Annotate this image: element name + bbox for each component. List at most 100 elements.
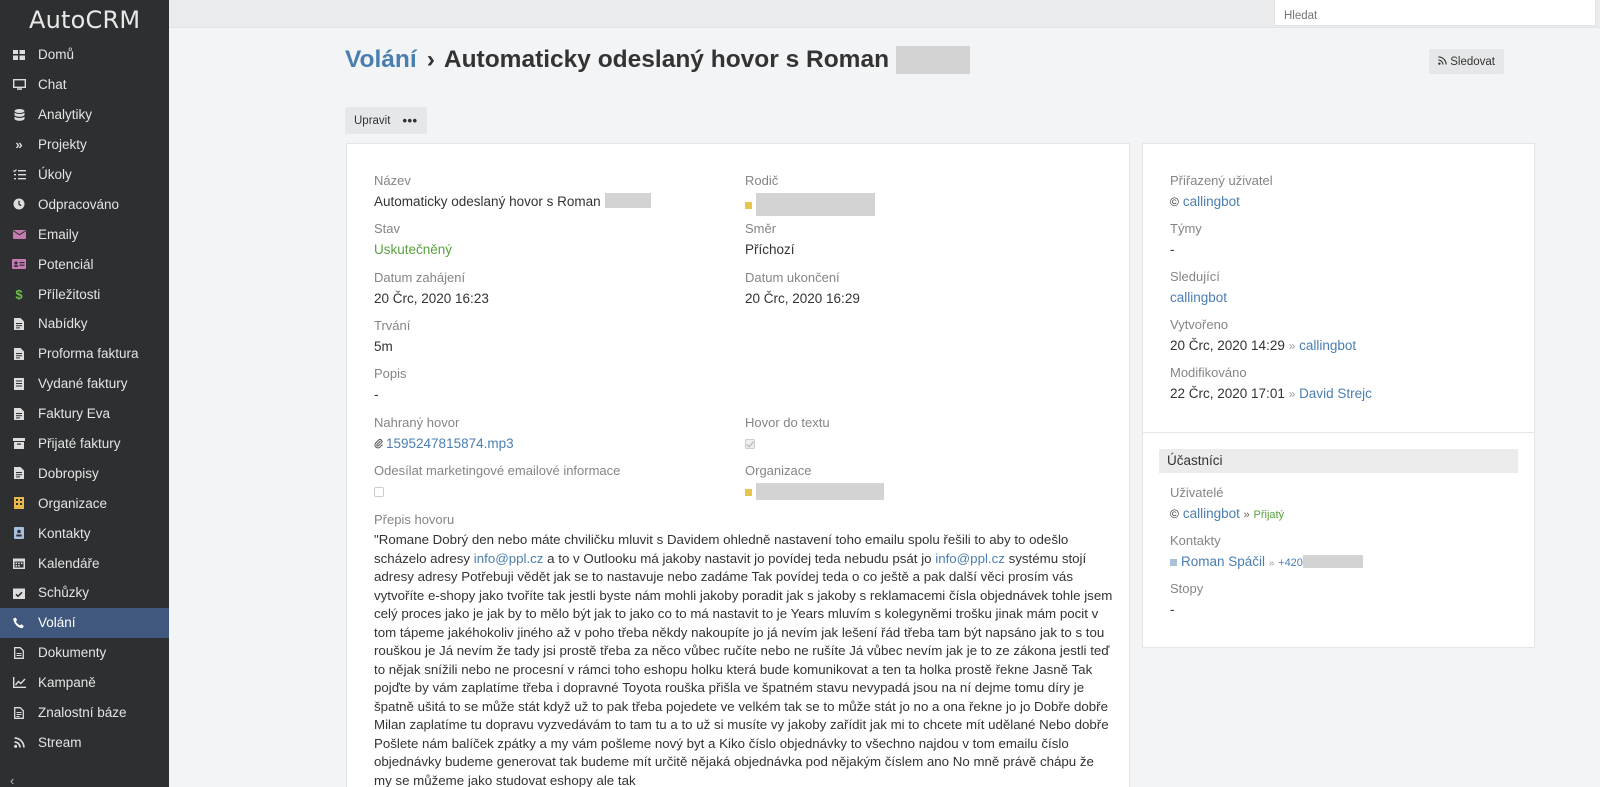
email-link[interactable]: info@ppl.cz bbox=[935, 551, 1005, 566]
sidebar-item-schuzky[interactable]: Schůzky bbox=[0, 578, 169, 608]
sidebar-item-volani[interactable]: Volání bbox=[0, 607, 169, 638]
sidebar-item-dokumenty[interactable]: Dokumenty bbox=[0, 638, 169, 668]
participant-user-link[interactable]: callingbot bbox=[1183, 506, 1240, 521]
sidebar-item-label: Volání bbox=[38, 615, 76, 631]
section-divider bbox=[1143, 432, 1534, 433]
follower-link[interactable]: callingbot bbox=[1170, 290, 1227, 305]
sidebar-item-organizace[interactable]: Organizace bbox=[0, 488, 169, 518]
redacted-organization-link[interactable] bbox=[756, 483, 884, 500]
field-transcript: Přepis hovoru "Romane Dobrý den nebo mát… bbox=[374, 511, 1114, 787]
sidebar-item-emaily[interactable]: Emaily bbox=[0, 219, 169, 249]
contact-icon bbox=[1170, 558, 1177, 566]
field-followers: Sledující callingbot bbox=[1170, 268, 1227, 306]
redacted-surname bbox=[896, 46, 971, 74]
sidebar-item-znalostni-baze[interactable]: Znalostní báze bbox=[0, 698, 169, 728]
sidebar-item-dobropisy[interactable]: Dobropisy bbox=[0, 458, 169, 488]
sidebar-item-label: Nabídky bbox=[38, 316, 88, 332]
sidebar-item-label: Proforma faktura bbox=[38, 346, 139, 362]
field-label: Týmy bbox=[1170, 221, 1202, 236]
archive-icon bbox=[10, 438, 28, 450]
document-icon bbox=[10, 317, 28, 330]
field-label: Vytvořeno bbox=[1170, 317, 1229, 332]
sidebar-item-ukoly[interactable]: Úkoly bbox=[0, 160, 169, 190]
sidebar-item-stream[interactable]: Stream bbox=[0, 727, 169, 757]
created-by-link[interactable]: callingbot bbox=[1299, 338, 1356, 353]
contact-link[interactable]: Roman Spáčil bbox=[1181, 554, 1265, 569]
document-icon bbox=[10, 467, 28, 480]
sidebar-item-label: Kontakty bbox=[38, 525, 91, 541]
field-duration: Trvání 5m bbox=[374, 317, 410, 355]
sidebar-item-label: Kampaně bbox=[38, 675, 96, 691]
search-input[interactable] bbox=[1274, 0, 1596, 26]
page-header: Volání › Automaticky odeslaný hovor s Ro… bbox=[345, 46, 1504, 80]
sidebar-item-kampane[interactable]: Kampaně bbox=[0, 668, 169, 698]
field-label: Stav bbox=[374, 221, 401, 236]
recording-file-link[interactable]: 1595247815874.mp3 bbox=[386, 436, 514, 451]
book-icon bbox=[10, 706, 28, 719]
field-modified: Modifikováno 22 Črc, 2020 17:01 » David … bbox=[1170, 364, 1372, 403]
sidebar-item-label: Vydané faktury bbox=[38, 376, 128, 392]
field-label: Sledující bbox=[1170, 269, 1220, 284]
field-marketing-emails: Odesílat marketingové emailové informace bbox=[374, 462, 620, 500]
field-label: Datum ukončení bbox=[745, 270, 840, 285]
sidebar-item-domu[interactable]: Domů bbox=[0, 40, 169, 70]
field-label: Kontakty bbox=[1170, 533, 1221, 548]
field-value: Automaticky odeslaný hovor s Roman bbox=[374, 193, 651, 210]
sidebar-item-nabidky[interactable]: Nabídky bbox=[0, 309, 169, 339]
action-bar: Upravit ••• bbox=[345, 107, 427, 134]
assigned-user-link[interactable]: callingbot bbox=[1183, 194, 1240, 209]
sidebar-item-proforma-faktura[interactable]: Proforma faktura bbox=[0, 339, 169, 369]
transcript-text: "Romane Dobrý den nebo máte chviličku ml… bbox=[374, 531, 1114, 787]
field-created: Vytvořeno 20 Črc, 2020 14:29 » callingbo… bbox=[1170, 316, 1356, 355]
follow-button[interactable]: Sledovat bbox=[1429, 49, 1504, 74]
sidebar-item-label: Potenciál bbox=[38, 256, 94, 272]
edit-button[interactable]: Upravit bbox=[345, 107, 399, 134]
field-label: Přepis hovoru bbox=[374, 512, 455, 527]
sidebar-item-chat[interactable]: Chat bbox=[0, 70, 169, 100]
field-organization: Organizace bbox=[745, 462, 884, 500]
sidebar-item-projekty[interactable]: » Projekty bbox=[0, 130, 169, 160]
field-value: Roman Spáčil » +420 bbox=[1170, 553, 1363, 572]
contact-phone-link[interactable]: +420 bbox=[1278, 557, 1303, 569]
sidebar-item-prilezitosti[interactable]: $ Příležitosti bbox=[0, 279, 169, 309]
modified-by-link[interactable]: David Strejc bbox=[1299, 386, 1372, 401]
field-value: © callingbot » Přijatý bbox=[1170, 505, 1284, 524]
invoice-icon bbox=[10, 377, 28, 390]
sidebar-item-faktury-eva[interactable]: Faktury Eva bbox=[0, 399, 169, 429]
field-label: Rodič bbox=[745, 173, 779, 188]
sidebar-item-vydane-faktury[interactable]: Vydané faktury bbox=[0, 369, 169, 399]
breadcrumb-calls-link[interactable]: Volání bbox=[345, 46, 417, 74]
sidebar-item-label: Projekty bbox=[38, 137, 87, 153]
document-icon bbox=[10, 347, 28, 360]
sidebar-item-label: Znalostní báze bbox=[38, 705, 127, 721]
record-detail-panel: Název Automaticky odeslaný hovor s Roman… bbox=[346, 143, 1130, 787]
collapse-sidebar-icon[interactable]: ‹ bbox=[10, 773, 14, 787]
sidebar-item-kontakty[interactable]: Kontakty bbox=[0, 518, 169, 548]
sidebar-item-potencial[interactable]: Potenciál bbox=[0, 249, 169, 279]
call-to-text-checkbox bbox=[745, 439, 755, 450]
marketing-emails-checkbox bbox=[374, 487, 384, 498]
page-title: Volání › Automaticky odeslaný hovor s Ro… bbox=[345, 46, 1504, 74]
field-value bbox=[745, 435, 830, 452]
chart-line-icon bbox=[10, 677, 28, 689]
sidebar-item-analytiky[interactable]: Analytiky bbox=[0, 100, 169, 130]
modified-date: 22 Črc, 2020 17:01 bbox=[1170, 386, 1285, 401]
dashboard-icon bbox=[10, 49, 28, 60]
field-label: Přiřazený uživatel bbox=[1170, 173, 1273, 188]
field-label: Trvání bbox=[374, 318, 411, 333]
sidebar-item-label: Dobropisy bbox=[38, 465, 99, 481]
sidebar-item-prijate-faktury[interactable]: Přijaté faktury bbox=[0, 429, 169, 459]
field-label: Uživatelé bbox=[1170, 485, 1224, 500]
sidebar-item-odpracovano[interactable]: Odpracováno bbox=[0, 189, 169, 219]
sidebar-item-kalendare[interactable]: Kalendáře bbox=[0, 548, 169, 578]
sidebar-item-label: Organizace bbox=[38, 495, 108, 511]
arrow: » bbox=[1288, 387, 1296, 401]
arrow: » bbox=[1268, 558, 1275, 569]
record-side-panel: Přiřazený uživatel © callingbot Týmy - Sl… bbox=[1142, 143, 1535, 648]
email-link[interactable]: info@ppl.cz bbox=[474, 551, 544, 566]
app-logo[interactable]: AutoCRM bbox=[0, 0, 169, 40]
copyright-user-icon: © bbox=[1170, 195, 1179, 209]
paperclip-icon bbox=[374, 436, 383, 453]
more-actions-button[interactable]: ••• bbox=[399, 107, 426, 134]
redacted-parent-link[interactable] bbox=[756, 193, 875, 216]
